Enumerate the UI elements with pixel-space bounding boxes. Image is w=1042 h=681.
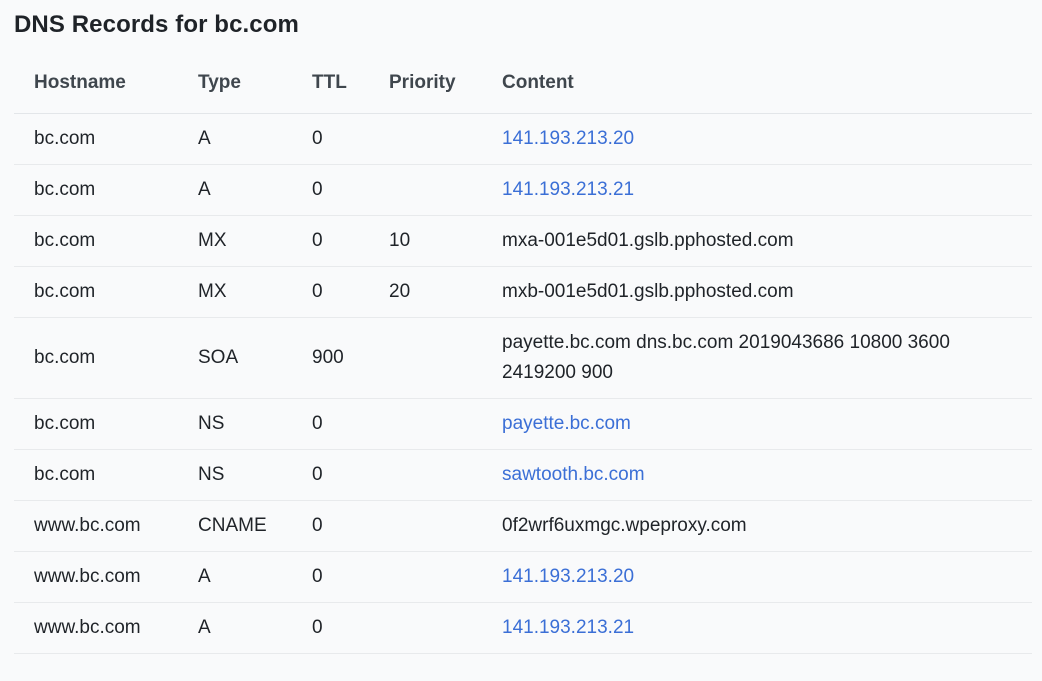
content-cell: sawtooth.bc.com xyxy=(502,449,1032,501)
table-row: www.bc.com CNAME 0 0f2wrf6uxmgc.wpeproxy.co… xyxy=(14,500,1032,552)
content-cell: 141.193.213.21 xyxy=(502,164,1032,216)
hostname-cell: bc.com xyxy=(14,449,198,501)
priority-cell xyxy=(389,398,502,450)
page-title: DNS Records for bc.com xyxy=(14,11,299,38)
table-row: bc.com SOA 900 payette.bc.com dns.bc.com 20… xyxy=(14,317,1032,399)
table-row: www.bc.com A 0 141.193.213.20 xyxy=(14,551,1032,603)
type-cell: A xyxy=(198,551,312,603)
hostname-cell: www.bc.com xyxy=(14,551,198,603)
content-text: 0f2wrf6uxmgc.wpeproxy.com xyxy=(502,514,747,536)
hostname-cell: www.bc.com xyxy=(14,602,198,654)
priority-cell xyxy=(389,602,502,654)
ttl-cell: 0 xyxy=(312,449,389,501)
ttl-cell: 0 xyxy=(312,215,389,267)
priority-cell xyxy=(389,113,502,165)
ttl-cell: 0 xyxy=(312,398,389,450)
table-row: www.bc.com A 0 141.193.213.21 xyxy=(14,602,1032,654)
ttl-cell: 900 xyxy=(312,317,389,399)
ttl-cell: 0 xyxy=(312,164,389,216)
ttl-cell: 0 xyxy=(312,551,389,603)
type-cell: MX xyxy=(198,266,312,318)
hostname-cell: bc.com xyxy=(14,215,198,267)
type-cell: SOA xyxy=(198,317,312,399)
content-cell: 141.193.213.20 xyxy=(502,113,1032,165)
content-cell: mxa-001e5d01.gslb.pphosted.com xyxy=(502,215,1032,267)
column-header-priority: Priority xyxy=(389,54,502,114)
column-header-ttl: TTL xyxy=(312,54,389,114)
content-link[interactable]: 141.193.213.20 xyxy=(502,128,634,149)
table-row: bc.com A 0 141.193.213.20 xyxy=(14,113,1032,165)
ttl-cell: 0 xyxy=(312,602,389,654)
hostname-cell: bc.com xyxy=(14,317,198,399)
content-link[interactable]: payette.bc.com xyxy=(502,413,631,434)
type-cell: A xyxy=(198,602,312,654)
type-cell: A xyxy=(198,164,312,216)
type-cell: CNAME xyxy=(198,500,312,552)
ttl-cell: 0 xyxy=(312,500,389,552)
priority-cell xyxy=(389,317,502,399)
hostname-cell: bc.com xyxy=(14,266,198,318)
column-header-hostname: Hostname xyxy=(14,54,198,114)
dns-records-table: Hostname Type TTL Priority Content bc.co… xyxy=(14,54,1032,654)
content-text: payette.bc.com dns.bc.com 2019043686 108… xyxy=(502,331,950,383)
priority-cell xyxy=(389,500,502,552)
table-row: bc.com MX 0 20 mxb-001e5d01.gslb.pphosted.co… xyxy=(14,266,1032,318)
content-cell: payette.bc.com dns.bc.com 2019043686 108… xyxy=(502,317,1032,399)
priority-cell xyxy=(389,164,502,216)
content-cell: 0f2wrf6uxmgc.wpeproxy.com xyxy=(502,500,1032,552)
table-header: Hostname Type TTL Priority Content xyxy=(14,54,1032,114)
ttl-cell: 0 xyxy=(312,113,389,165)
content-cell: payette.bc.com xyxy=(502,398,1032,450)
ttl-cell: 0 xyxy=(312,266,389,318)
content-text: mxa-001e5d01.gslb.pphosted.com xyxy=(502,229,794,251)
content-link[interactable]: 141.193.213.20 xyxy=(502,566,634,587)
content-link[interactable]: sawtooth.bc.com xyxy=(502,464,645,485)
content-cell: 141.193.213.20 xyxy=(502,551,1032,603)
content-link[interactable]: 141.193.213.21 xyxy=(502,617,634,638)
table-row: bc.com A 0 141.193.213.21 xyxy=(14,164,1032,216)
table-row: bc.com NS 0 sawtooth.bc.com xyxy=(14,449,1032,501)
type-cell: NS xyxy=(198,449,312,501)
header-row: Hostname Type TTL Priority Content xyxy=(14,54,1032,114)
content-text: mxb-001e5d01.gslb.pphosted.com xyxy=(502,280,794,302)
type-cell: NS xyxy=(198,398,312,450)
priority-cell xyxy=(389,551,502,603)
type-cell: MX xyxy=(198,215,312,267)
table-body: bc.com A 0 141.193.213.20 bc.com A 0 141.193.21… xyxy=(14,113,1032,654)
hostname-cell: bc.com xyxy=(14,113,198,165)
priority-cell xyxy=(389,449,502,501)
content-link[interactable]: 141.193.213.21 xyxy=(502,179,634,200)
priority-cell: 10 xyxy=(389,215,502,267)
hostname-cell: www.bc.com xyxy=(14,500,198,552)
priority-cell: 20 xyxy=(389,266,502,318)
table-row: bc.com NS 0 payette.bc.com xyxy=(14,398,1032,450)
hostname-cell: bc.com xyxy=(14,398,198,450)
column-header-content: Content xyxy=(502,54,1032,114)
column-header-type: Type xyxy=(198,54,312,114)
content-cell: mxb-001e5d01.gslb.pphosted.com xyxy=(502,266,1032,318)
hostname-cell: bc.com xyxy=(14,164,198,216)
type-cell: A xyxy=(198,113,312,165)
table-row: bc.com MX 0 10 mxa-001e5d01.gslb.pphosted.co… xyxy=(14,215,1032,267)
content-cell: 141.193.213.21 xyxy=(502,602,1032,654)
dns-records-page: DNS Records for bc.com Hostname Type TTL… xyxy=(0,0,1042,681)
